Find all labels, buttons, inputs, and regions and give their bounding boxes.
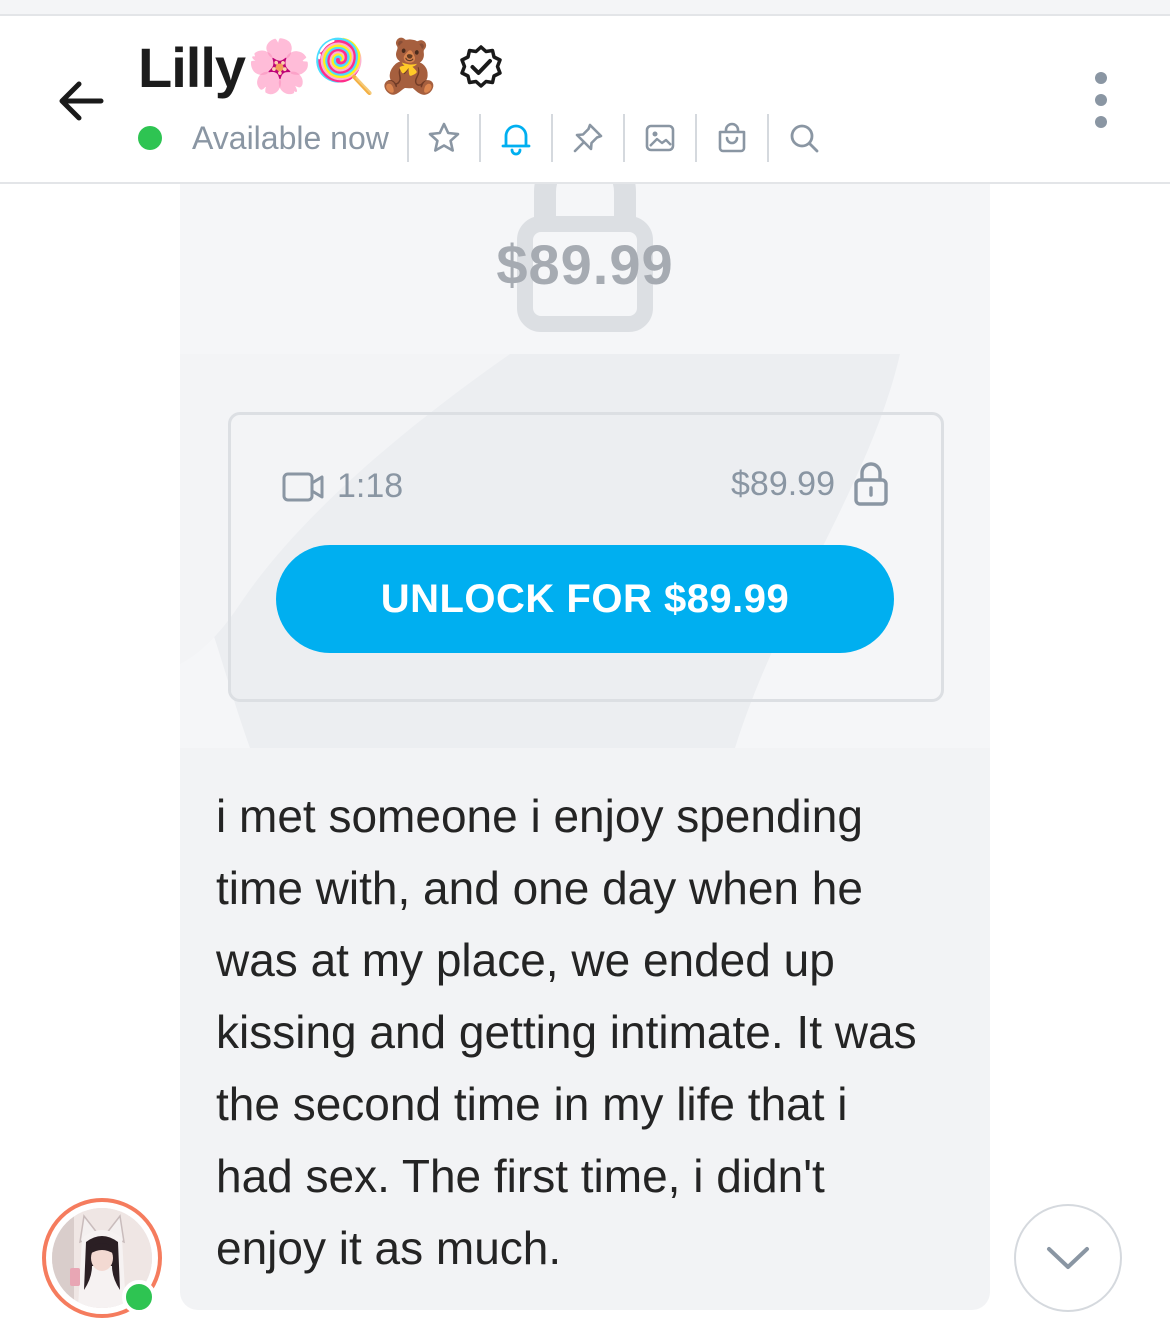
more-options-button[interactable] [1076,72,1126,128]
contact-name-row[interactable]: Lilly 🌸🍭🧸 [138,32,505,102]
watermark-price: $89.99 [496,233,674,296]
price-group: $89.99 [731,461,889,507]
kebab-dot [1095,116,1107,128]
message-bubble: $89.99 1:18 $89.99 UNLOCK FOR $89.99 i m… [180,184,990,1310]
video-camera-icon [282,472,324,501]
kebab-dot [1095,72,1107,84]
chevron-down-icon [1047,1247,1089,1269]
bell-icon[interactable] [481,112,551,164]
image-icon[interactable] [625,112,695,164]
top-strip [0,0,1170,16]
pin-icon[interactable] [553,112,623,164]
availability-status: Available now [192,119,389,156]
video-duration: 1:18 [337,467,404,505]
search-icon[interactable] [769,112,839,164]
locked-media-preview[interactable]: $89.99 1:18 $89.99 UNLOCK FOR $89.99 [180,184,990,748]
star-icon[interactable] [409,112,479,164]
online-indicator [138,126,162,150]
chat-header: Lilly 🌸🍭🧸 Available now [0,16,1170,184]
name-emojis: 🌸🍭🧸 [247,38,442,96]
verified-badge-icon [457,43,505,91]
contact-name[interactable]: Lilly [138,35,246,100]
unlock-button[interactable]: UNLOCK FOR $89.99 [276,545,894,653]
unlock-card: 1:18 $89.99 UNLOCK FOR $89.99 [228,412,944,702]
back-button[interactable] [44,68,118,134]
video-duration-group: 1:18 [281,467,403,506]
media-price: $89.99 [731,464,835,503]
shopping-bag-icon[interactable] [697,112,767,164]
status-toolbar-row: Available now [138,112,839,164]
message-text: i met someone i enjoy spending time with… [216,790,917,1274]
kebab-dot [1095,94,1107,106]
avatar-online-indicator [122,1280,156,1314]
scroll-to-bottom-button[interactable] [1014,1204,1122,1312]
avatar[interactable] [42,1198,162,1318]
lock-icon [854,462,888,506]
arrow-left-icon [59,81,104,121]
